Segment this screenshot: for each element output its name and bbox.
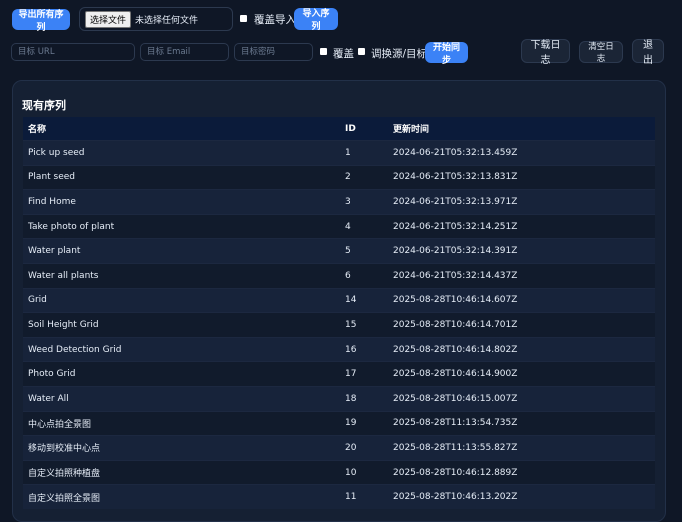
swap-checkbox[interactable] [358, 48, 365, 55]
row-name: Soil Height Grid [23, 312, 340, 338]
row-updated: 2025-08-28T10:46:14.900Z [388, 361, 655, 387]
table-row[interactable]: Soil Height Grid 15 2025-08-28T10:46:14.70… [23, 312, 655, 338]
table-header-row: 名称 ID 更新时间 [23, 117, 655, 141]
overwrite-checkbox[interactable] [320, 48, 327, 55]
row-updated: 2025-08-28T10:46:13.202Z [388, 484, 655, 509]
target-url-input[interactable] [11, 43, 135, 61]
table-row[interactable]: Water all plants 6 2024-06-21T05:32:14.437… [23, 262, 655, 289]
start-sync-button[interactable]: 开始同步 [425, 42, 468, 65]
row-updated: 2025-08-28T10:46:14.802Z [388, 336, 655, 362]
table-row[interactable]: Find Home 3 2024-06-21T05:32:13.971Z [23, 189, 655, 215]
row-id: 20 [340, 435, 388, 461]
row-updated: 2024-06-21T05:32:14.251Z [388, 213, 655, 239]
row-name: Plant seed [23, 164, 340, 190]
row-id: 5 [340, 238, 388, 264]
row-name: 自定义拍照全景图 [23, 484, 340, 509]
row-id: 14 [340, 287, 388, 313]
row-id: 10 [340, 459, 388, 485]
row-id: 16 [340, 336, 388, 362]
row-name: Take photo of plant [23, 213, 340, 239]
table-row[interactable]: Plant seed 2 2024-06-21T05:32:13.831Z [23, 164, 655, 190]
download-log-button[interactable]: 下载日志 [521, 39, 570, 66]
row-id: 2 [340, 164, 388, 190]
header-name: 名称 [23, 117, 340, 141]
row-name: Water plant [23, 238, 340, 264]
header-id: ID [340, 117, 388, 141]
logout-button[interactable]: 退出 [632, 39, 664, 66]
row-updated: 2025-08-28T10:46:14.701Z [388, 312, 655, 338]
target-password-input[interactable] [234, 43, 313, 61]
row-updated: 2025-08-28T10:46:12.889Z [388, 459, 655, 485]
row-updated: 2024-06-21T05:32:14.437Z [388, 262, 655, 289]
overwrite-label: 覆盖 [333, 48, 354, 60]
table-row[interactable]: Photo Grid 17 2025-08-28T10:46:14.900Z [23, 361, 655, 387]
row-id: 19 [340, 410, 388, 436]
table-row[interactable]: Pick up seed 1 2024-06-21T05:32:13.459Z [23, 140, 655, 166]
panel-title: 现有序列 [22, 99, 66, 112]
target-email-input[interactable] [140, 43, 229, 61]
table-row[interactable]: 自定义拍照种植盘 10 2025-08-28T10:46:12.889Z [23, 459, 655, 485]
row-name: Weed Detection Grid [23, 336, 340, 362]
clear-log-button[interactable]: 清空日志 [579, 41, 623, 63]
table-row[interactable]: 自定义拍照全景图 11 2025-08-28T10:46:13.202Z [23, 484, 655, 509]
row-updated: 2025-08-28T11:13:55.827Z [388, 435, 655, 461]
row-name: 移动到校准中心点 [23, 435, 340, 461]
import-sequence-button[interactable]: 导入序列 [294, 8, 338, 31]
row-name: Water all plants [23, 262, 340, 289]
table-row[interactable]: Water All 18 2025-08-28T10:46:15.007Z [23, 385, 655, 412]
choose-file-button[interactable]: 选择文件 [85, 10, 132, 28]
table-row[interactable]: Weed Detection Grid 16 2025-08-28T10:46:14… [23, 336, 655, 362]
row-updated: 2025-08-28T10:46:14.607Z [388, 287, 655, 313]
row-name: Grid [23, 287, 340, 313]
row-id: 1 [340, 140, 388, 166]
row-id: 3 [340, 189, 388, 215]
row-name: Water All [23, 385, 340, 412]
row-id: 6 [340, 262, 388, 289]
swap-label: 调换源/目标 [371, 48, 428, 60]
file-status-text: 未选择任何文件 [135, 15, 199, 26]
table-row[interactable]: Take photo of plant 4 2024-06-21T05:32:14.… [23, 213, 655, 239]
row-id: 4 [340, 213, 388, 239]
overwrite-import-label: 覆盖导入 [254, 14, 296, 26]
row-updated: 2024-06-21T05:32:13.971Z [388, 189, 655, 215]
row-name: Photo Grid [23, 361, 340, 387]
sequences-panel: 现有序列 名称 ID 更新时间 Pick up seed 1 2024-06-21T… [12, 80, 666, 522]
header-updated: 更新时间 [388, 117, 655, 141]
table-row[interactable]: Water plant 5 2024-06-21T05:32:14.391Z [23, 238, 655, 264]
table-row[interactable]: Grid 14 2025-08-28T10:46:14.607Z [23, 287, 655, 313]
row-id: 15 [340, 312, 388, 338]
file-input[interactable]: 选择文件 未选择任何文件 [79, 7, 233, 31]
row-name: 自定义拍照种植盘 [23, 459, 340, 485]
row-name: 中心点拍全景图 [23, 410, 340, 436]
row-updated: 2025-08-28T10:46:15.007Z [388, 385, 655, 412]
row-updated: 2024-06-21T05:32:13.459Z [388, 140, 655, 166]
overwrite-import-checkbox[interactable] [240, 15, 247, 22]
sequences-table: 名称 ID 更新时间 Pick up seed 1 2024-06-21T05:32… [23, 117, 655, 509]
row-id: 11 [340, 484, 388, 509]
row-id: 17 [340, 361, 388, 387]
export-all-button[interactable]: 导出所有序列 [12, 9, 70, 32]
row-updated: 2024-06-21T05:32:14.391Z [388, 238, 655, 264]
row-updated: 2024-06-21T05:32:13.831Z [388, 164, 655, 190]
row-name: Find Home [23, 189, 340, 215]
table-row[interactable]: 移动到校准中心点 20 2025-08-28T11:13:55.827Z [23, 435, 655, 461]
table-row[interactable]: 中心点拍全景图 19 2025-08-28T11:13:54.735Z [23, 410, 655, 436]
row-name: Pick up seed [23, 140, 340, 166]
row-id: 18 [340, 385, 388, 412]
row-updated: 2025-08-28T11:13:54.735Z [388, 410, 655, 436]
